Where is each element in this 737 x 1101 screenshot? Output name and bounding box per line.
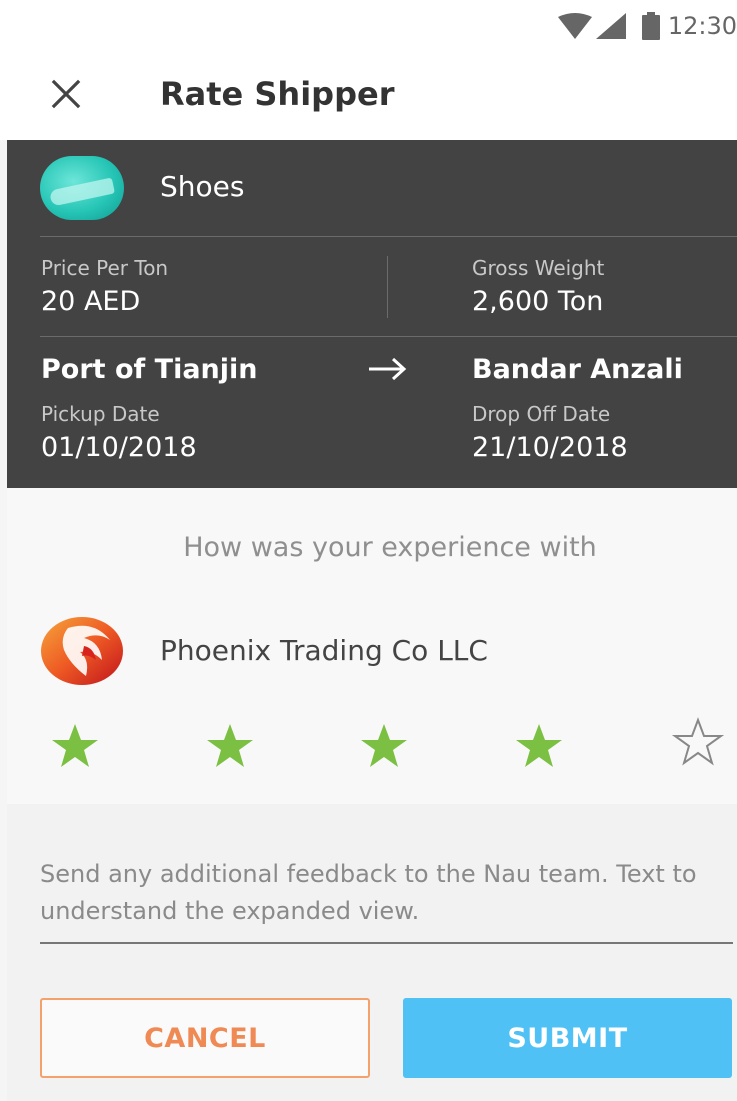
battery-icon xyxy=(641,12,660,40)
shipment-card: Shoes Price Per Ton 20 AED Gross Weight … xyxy=(7,140,737,488)
dropoff-date: 21/10/2018 xyxy=(472,432,628,463)
card-divider xyxy=(40,336,737,337)
destination-port: Bandar Anzali xyxy=(472,354,683,385)
shoe-icon xyxy=(49,177,115,207)
feedback-underline xyxy=(40,942,733,944)
rating-question: How was your experience with xyxy=(183,532,597,563)
company-name: Phoenix Trading Co LLC xyxy=(160,634,488,667)
arrow-right-icon xyxy=(369,357,407,381)
cancel-button[interactable]: CANCEL xyxy=(40,998,370,1078)
star-filled-icon[interactable] xyxy=(202,718,258,774)
app-bar: Rate Shipper xyxy=(0,52,737,140)
product-avatar xyxy=(40,156,124,220)
star-empty-icon[interactable] xyxy=(670,714,726,770)
vertical-divider xyxy=(387,256,388,318)
card-divider xyxy=(40,236,737,237)
star-filled-icon[interactable] xyxy=(356,718,412,774)
pickup-label: Pickup Date xyxy=(41,402,160,426)
price-value: 20 AED xyxy=(41,286,141,317)
feedback-section: Send any additional feedback to the Nau … xyxy=(7,804,737,1101)
product-row: Shoes xyxy=(7,140,737,236)
wifi-icon xyxy=(557,13,592,39)
page-title: Rate Shipper xyxy=(160,75,395,113)
star-rating xyxy=(7,717,737,778)
close-icon xyxy=(51,79,81,109)
phoenix-logo-icon xyxy=(41,617,123,685)
star-filled-icon[interactable] xyxy=(47,718,103,774)
weight-label: Gross Weight xyxy=(472,256,605,280)
signal-icon xyxy=(595,13,626,39)
submit-button[interactable]: SUBMIT xyxy=(403,998,732,1078)
dropoff-label: Drop Off Date xyxy=(472,402,611,426)
product-name: Shoes xyxy=(160,170,245,203)
weight-value: 2,600 Ton xyxy=(472,286,604,317)
status-icons: 12:30 xyxy=(557,10,737,42)
star-filled-icon[interactable] xyxy=(511,718,567,774)
close-button[interactable] xyxy=(44,72,88,116)
origin-port: Port of Tianjin xyxy=(41,354,258,385)
price-label: Price Per Ton xyxy=(41,256,169,280)
rating-section: How was your experience with Phoenix Tra… xyxy=(7,488,737,804)
status-time: 12:30 xyxy=(667,12,737,40)
pickup-date: 01/10/2018 xyxy=(41,432,197,463)
status-bar: 12:30 xyxy=(0,0,737,52)
feedback-input[interactable]: Send any additional feedback to the Nau … xyxy=(40,856,730,930)
